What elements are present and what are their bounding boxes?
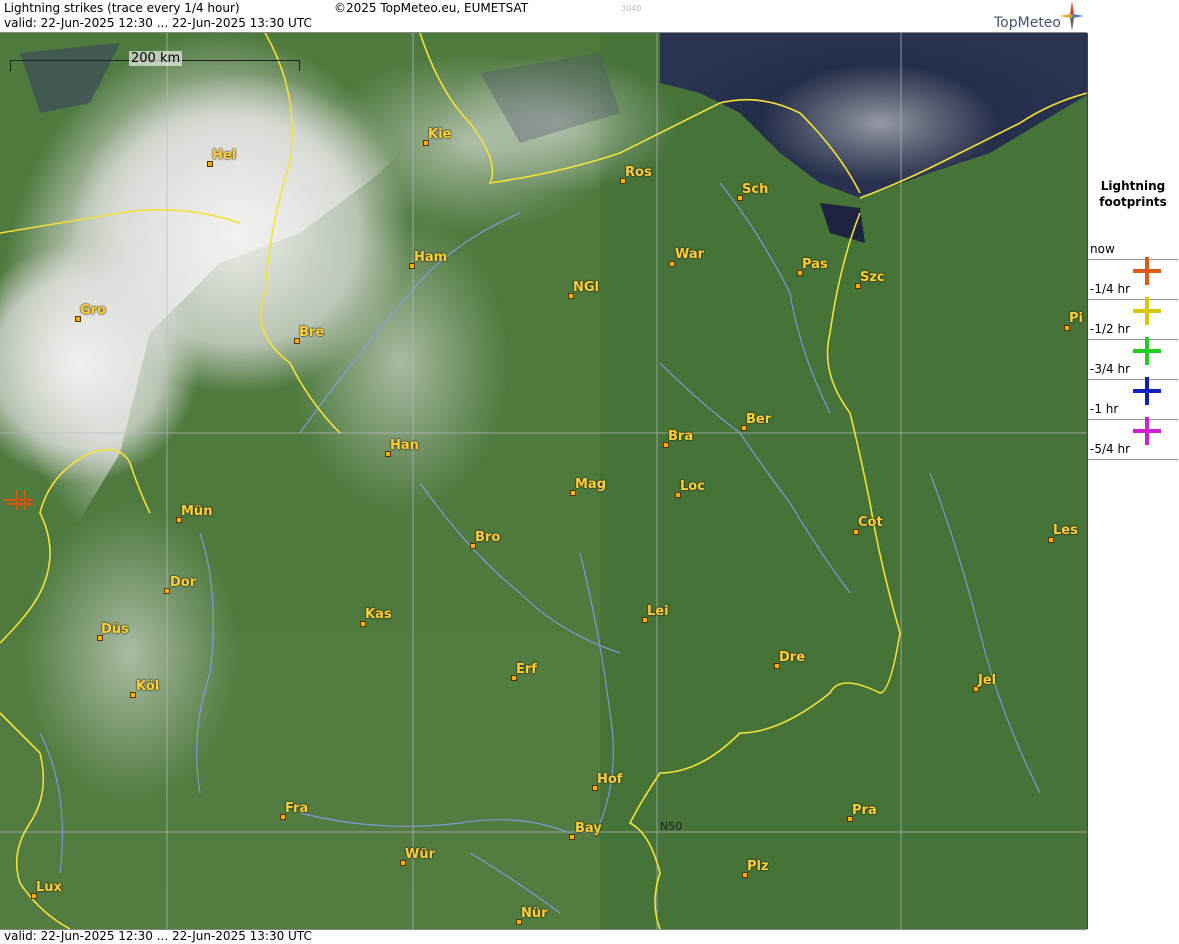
city-label[interactable]: Dor	[170, 575, 196, 590]
legend-label: -1/2 hr	[1090, 322, 1130, 336]
cross-icon	[1133, 337, 1161, 365]
satellite-map[interactable]: 200 km N50 Kie Hel Ros Sch Ham War Pas S…	[0, 33, 1088, 929]
city-label[interactable]: Mag	[575, 477, 606, 492]
footer-valid-period: valid: 22-Jun-2025 12:30 ... 22-Jun-2025…	[4, 929, 312, 943]
city-label[interactable]: Szc	[860, 270, 885, 285]
topmeteo-logo[interactable]: TopMeteo	[992, 0, 1086, 32]
city-label[interactable]: War	[675, 247, 704, 262]
city-label[interactable]: Han	[390, 438, 419, 453]
map-code: 3040	[621, 4, 642, 13]
legend-row: -1 hr	[1088, 402, 1179, 445]
compass-star-icon	[1060, 1, 1084, 31]
footer-bar: valid: 22-Jun-2025 12:30 ... 22-Jun-2025…	[0, 929, 1087, 944]
legend-row: -3/4 hr	[1088, 362, 1179, 405]
city-label[interactable]: Ham	[414, 250, 447, 265]
cross-icon	[1133, 257, 1161, 285]
cross-icon	[1133, 417, 1161, 445]
city-label[interactable]: Hel	[212, 148, 236, 163]
copyright: ©2025 TopMeteo.eu, EUMETSAT	[334, 1, 529, 15]
city-label[interactable]: Loc	[680, 479, 705, 494]
city-label[interactable]: Pra	[852, 803, 877, 818]
scale-bar: 200 km	[10, 51, 300, 71]
city-label[interactable]: Pi	[1069, 311, 1083, 326]
city-label[interactable]: Bre	[299, 325, 324, 340]
graticule-label: N50	[660, 820, 683, 833]
legend-label: -3/4 hr	[1090, 362, 1130, 376]
legend-divider	[1088, 459, 1178, 460]
city-label[interactable]: Lux	[36, 880, 62, 895]
city-label[interactable]: Mün	[181, 504, 212, 519]
legend-label: -1 hr	[1090, 402, 1119, 416]
city-label[interactable]: Gro	[80, 303, 106, 318]
logo-text: TopMeteo	[994, 15, 1061, 31]
header-bar: Lightning strikes (trace every 1/4 hour)…	[0, 0, 1087, 33]
legend-row: -1/2 hr	[1088, 322, 1179, 365]
city-label[interactable]: Kie	[428, 127, 451, 142]
legend-title: Lightning footprints	[1099, 179, 1167, 209]
city-label[interactable]: Wür	[405, 847, 435, 862]
city-label[interactable]: Ros	[625, 165, 652, 180]
city-label[interactable]: Jel	[978, 673, 996, 688]
valid-period: valid: 22-Jun-2025 12:30 ... 22-Jun-2025…	[4, 16, 312, 30]
city-label[interactable]: Plz	[747, 859, 769, 874]
legend-label: -5/4 hr	[1090, 442, 1130, 456]
cross-icon	[1133, 297, 1161, 325]
city-label[interactable]: Pas	[802, 257, 828, 272]
legend-row: now	[1088, 242, 1179, 285]
map-background	[0, 33, 1087, 929]
city-label[interactable]: Kas	[365, 607, 392, 622]
city-label[interactable]: Erf	[516, 662, 537, 677]
map-title: Lightning strikes (trace every 1/4 hour)	[4, 1, 240, 15]
city-label[interactable]: Nür	[521, 906, 548, 921]
city-label[interactable]: Hof	[597, 772, 622, 787]
city-label[interactable]: Cot	[858, 515, 883, 530]
scale-label: 200 km	[129, 51, 183, 66]
city-label[interactable]: Bro	[475, 530, 500, 545]
city-label[interactable]: Ber	[746, 412, 771, 427]
city-label[interactable]: Bra	[668, 429, 693, 444]
city-label[interactable]: Fra	[285, 801, 308, 816]
legend-panel: Lightning footprints now -1/4 hr -1/2 hr…	[1088, 0, 1179, 943]
cross-icon	[1133, 377, 1161, 405]
city-label[interactable]: Sch	[742, 182, 768, 197]
legend-label: now	[1090, 242, 1115, 256]
legend-row: -1/4 hr	[1088, 282, 1179, 325]
legend-row: -5/4 hr	[1088, 442, 1179, 483]
city-label[interactable]: Dre	[779, 650, 805, 665]
lightning-strike-icon	[3, 490, 33, 510]
city-label[interactable]: Bay	[575, 821, 602, 836]
city-label[interactable]: Köl	[136, 679, 159, 694]
legend-label: -1/4 hr	[1090, 282, 1130, 296]
city-label[interactable]: Düs	[101, 622, 129, 637]
city-label[interactable]: NGl	[573, 280, 599, 295]
city-label[interactable]: Les	[1053, 523, 1078, 538]
city-label[interactable]: Lei	[647, 604, 669, 619]
